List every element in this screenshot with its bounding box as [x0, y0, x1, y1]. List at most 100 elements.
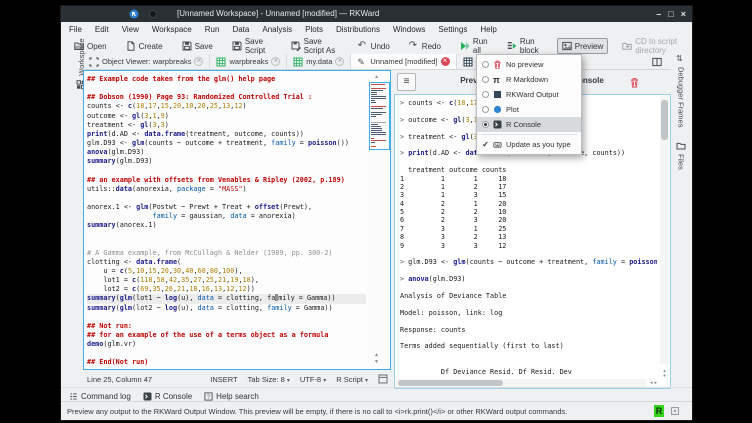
menu-settings[interactable]: Settings [438, 25, 467, 34]
vscroll-thumb[interactable] [661, 100, 668, 140]
menu-analysis[interactable]: Analysis [262, 25, 292, 34]
console-line [400, 351, 657, 359]
console-dark-icon [143, 392, 152, 401]
preview-button[interactable]: Preview [557, 38, 608, 54]
menu-item-r-console[interactable]: R Console [477, 117, 581, 132]
undo-button[interactable]: ↶Undo [353, 38, 395, 54]
code-line: lot1 = c(118,58,42,35,27,25,21,19,18), [87, 276, 366, 285]
editor-statusbar: Line 25, Column 47 INSERT Tab Size: 8 ▾ … [83, 371, 391, 387]
code-editor[interactable]: ## Example code taken from the glm() hel… [83, 70, 391, 370]
console-vscrollbar[interactable] [660, 96, 669, 364]
menu-item-label: R Markdown [506, 75, 548, 84]
minimap-viewport[interactable] [369, 82, 390, 150]
code-line: utils::data(anorexia, package = "MASS") [87, 185, 366, 194]
code-line: ## for an example of the use of a terms … [87, 331, 366, 340]
radio-on-icon [482, 121, 489, 128]
tab-close-icon[interactable]: × [335, 57, 344, 66]
filetype-select[interactable]: R Script ▾ [336, 375, 368, 384]
tab-close-icon[interactable]: × [194, 57, 203, 66]
menu-distributions[interactable]: Distributions [336, 25, 380, 34]
statusbar-icon[interactable] [671, 407, 679, 415]
encoding-select[interactable]: UTF-8 ▾ [300, 375, 326, 384]
code-line [87, 349, 366, 358]
tool-view-help-search[interactable]: ?Help search [204, 392, 259, 401]
tool-view-command-log[interactable]: Command log [69, 392, 131, 401]
toolbar-label: Undo [371, 42, 390, 51]
menu-run[interactable]: Run [205, 25, 220, 34]
menu-plots[interactable]: Plots [305, 25, 323, 34]
tab-close-icon[interactable]: × [441, 57, 450, 66]
tab-label: my.data [306, 57, 332, 66]
table-green-icon [293, 57, 303, 67]
menu-item-rkward-output[interactable]: RKWard Output [477, 87, 581, 102]
titlebar[interactable]: [Unnamed Workspace] - Unnamed [modified]… [61, 6, 692, 22]
minimap-line [371, 96, 386, 97]
minimap-line [371, 102, 376, 103]
menu-workspace[interactable]: Workspace [152, 25, 192, 34]
hscroll-arrows[interactable]: ◂▸ [650, 379, 659, 387]
console-dark-icon [493, 120, 502, 129]
menu-help[interactable]: Help [480, 25, 496, 34]
maximize-button[interactable]: □ [668, 8, 673, 20]
close-preview-trash-icon[interactable] [630, 75, 639, 86]
menu-view[interactable]: View [122, 25, 139, 34]
hscroll-thumb[interactable] [398, 380, 503, 386]
code-text[interactable]: ## Example code taken from the glm() hel… [87, 75, 366, 367]
menu-item-r-markdown[interactable]: πR Markdown [477, 72, 581, 87]
console-line: Terms added sequentially (first to last) [400, 342, 657, 350]
code-line: demo(glm.vr) [87, 340, 366, 349]
square-dark-icon [493, 90, 502, 99]
code-line: print(d.AD <- data.frame(treatment, outc… [87, 130, 366, 139]
minimap-scrollbar[interactable]: ▲ ▲ ▼ [368, 72, 389, 368]
window-split-icon[interactable] [652, 57, 662, 67]
minimize-button[interactable]: – [656, 8, 661, 20]
insert-mode[interactable]: INSERT [210, 375, 237, 384]
sidebar-item-debugger-frames[interactable]: ⇅Debugger Frames [671, 54, 691, 127]
toolbar-label: Run all [473, 37, 488, 55]
titlebar-icon [149, 10, 157, 18]
console-line: Model: poisson, link: log [400, 309, 657, 317]
editor-settings-icon[interactable] [378, 374, 388, 384]
tab-close-icon[interactable]: × [271, 57, 280, 66]
scroll-arrows[interactable]: ▲▼ [660, 368, 669, 378]
menu-file[interactable]: File [69, 25, 82, 34]
code-line: anorex.1 <- glm(Postwt ~ Prewt + Treat +… [87, 203, 366, 212]
code-line: u = c(5,10,15,20,30,40,60,80,100), [87, 267, 366, 276]
toolbar-label: Preview [575, 42, 603, 51]
console-line: Df Deviance Resid. Df Resid. Dev [400, 368, 657, 376]
scroll-up2-icon[interactable]: ▲ [374, 353, 379, 358]
sidebar-item-files[interactable]: Files [671, 141, 691, 170]
code-line [87, 166, 366, 175]
scroll-up-icon[interactable]: ▲ [374, 75, 379, 80]
cmd-log-icon [69, 392, 78, 401]
menu-data[interactable]: Data [232, 25, 249, 34]
console-hscrollbar[interactable] [396, 379, 646, 387]
tab-unnamed-modified-[interactable]: ✎Unnamed [modified]× [351, 54, 456, 69]
console-line: 2 1 2 17 [400, 183, 657, 191]
save-button[interactable]: Save [177, 38, 218, 54]
code-line [87, 194, 366, 203]
redo-button[interactable]: ↷Redo [404, 38, 446, 54]
tab-object-viewer-warpbreaks[interactable]: Object Viewer: warpbreaks× [83, 54, 210, 69]
code-line [87, 240, 366, 249]
tab-my-data[interactable]: my.data× [287, 54, 351, 69]
circle-blue-icon [493, 105, 502, 114]
menu-item-no-preview[interactable]: No preview [477, 57, 581, 72]
menu-edit[interactable]: Edit [95, 25, 109, 34]
window-title: [Unnamed Workspace] - Unnamed [modified]… [177, 9, 379, 18]
menu-item-update-as-you-type[interactable]: ✓Update as you type [477, 137, 581, 152]
menu-item-plot[interactable]: Plot [477, 102, 581, 117]
create-button[interactable]: Create [121, 38, 168, 54]
tool-view-r-console[interactable]: R Console [143, 392, 192, 401]
scroll-down-icon[interactable]: ▼ [374, 360, 379, 365]
tab-warpbreaks[interactable]: warpbreaks× [210, 54, 287, 69]
console-line: Analysis of Deviance Table [400, 292, 657, 300]
save-as-icon [291, 41, 301, 51]
close-button[interactable]: × [681, 8, 686, 20]
tab-size-select[interactable]: Tab Size: 8 ▾ [248, 375, 290, 384]
minimap-line [371, 114, 382, 115]
menu-windows[interactable]: Windows [393, 25, 425, 34]
tool-view-label: Command log [81, 392, 131, 401]
code-line: outcome <- gl(3,1,9) [87, 112, 366, 121]
minimap-line [371, 90, 383, 91]
